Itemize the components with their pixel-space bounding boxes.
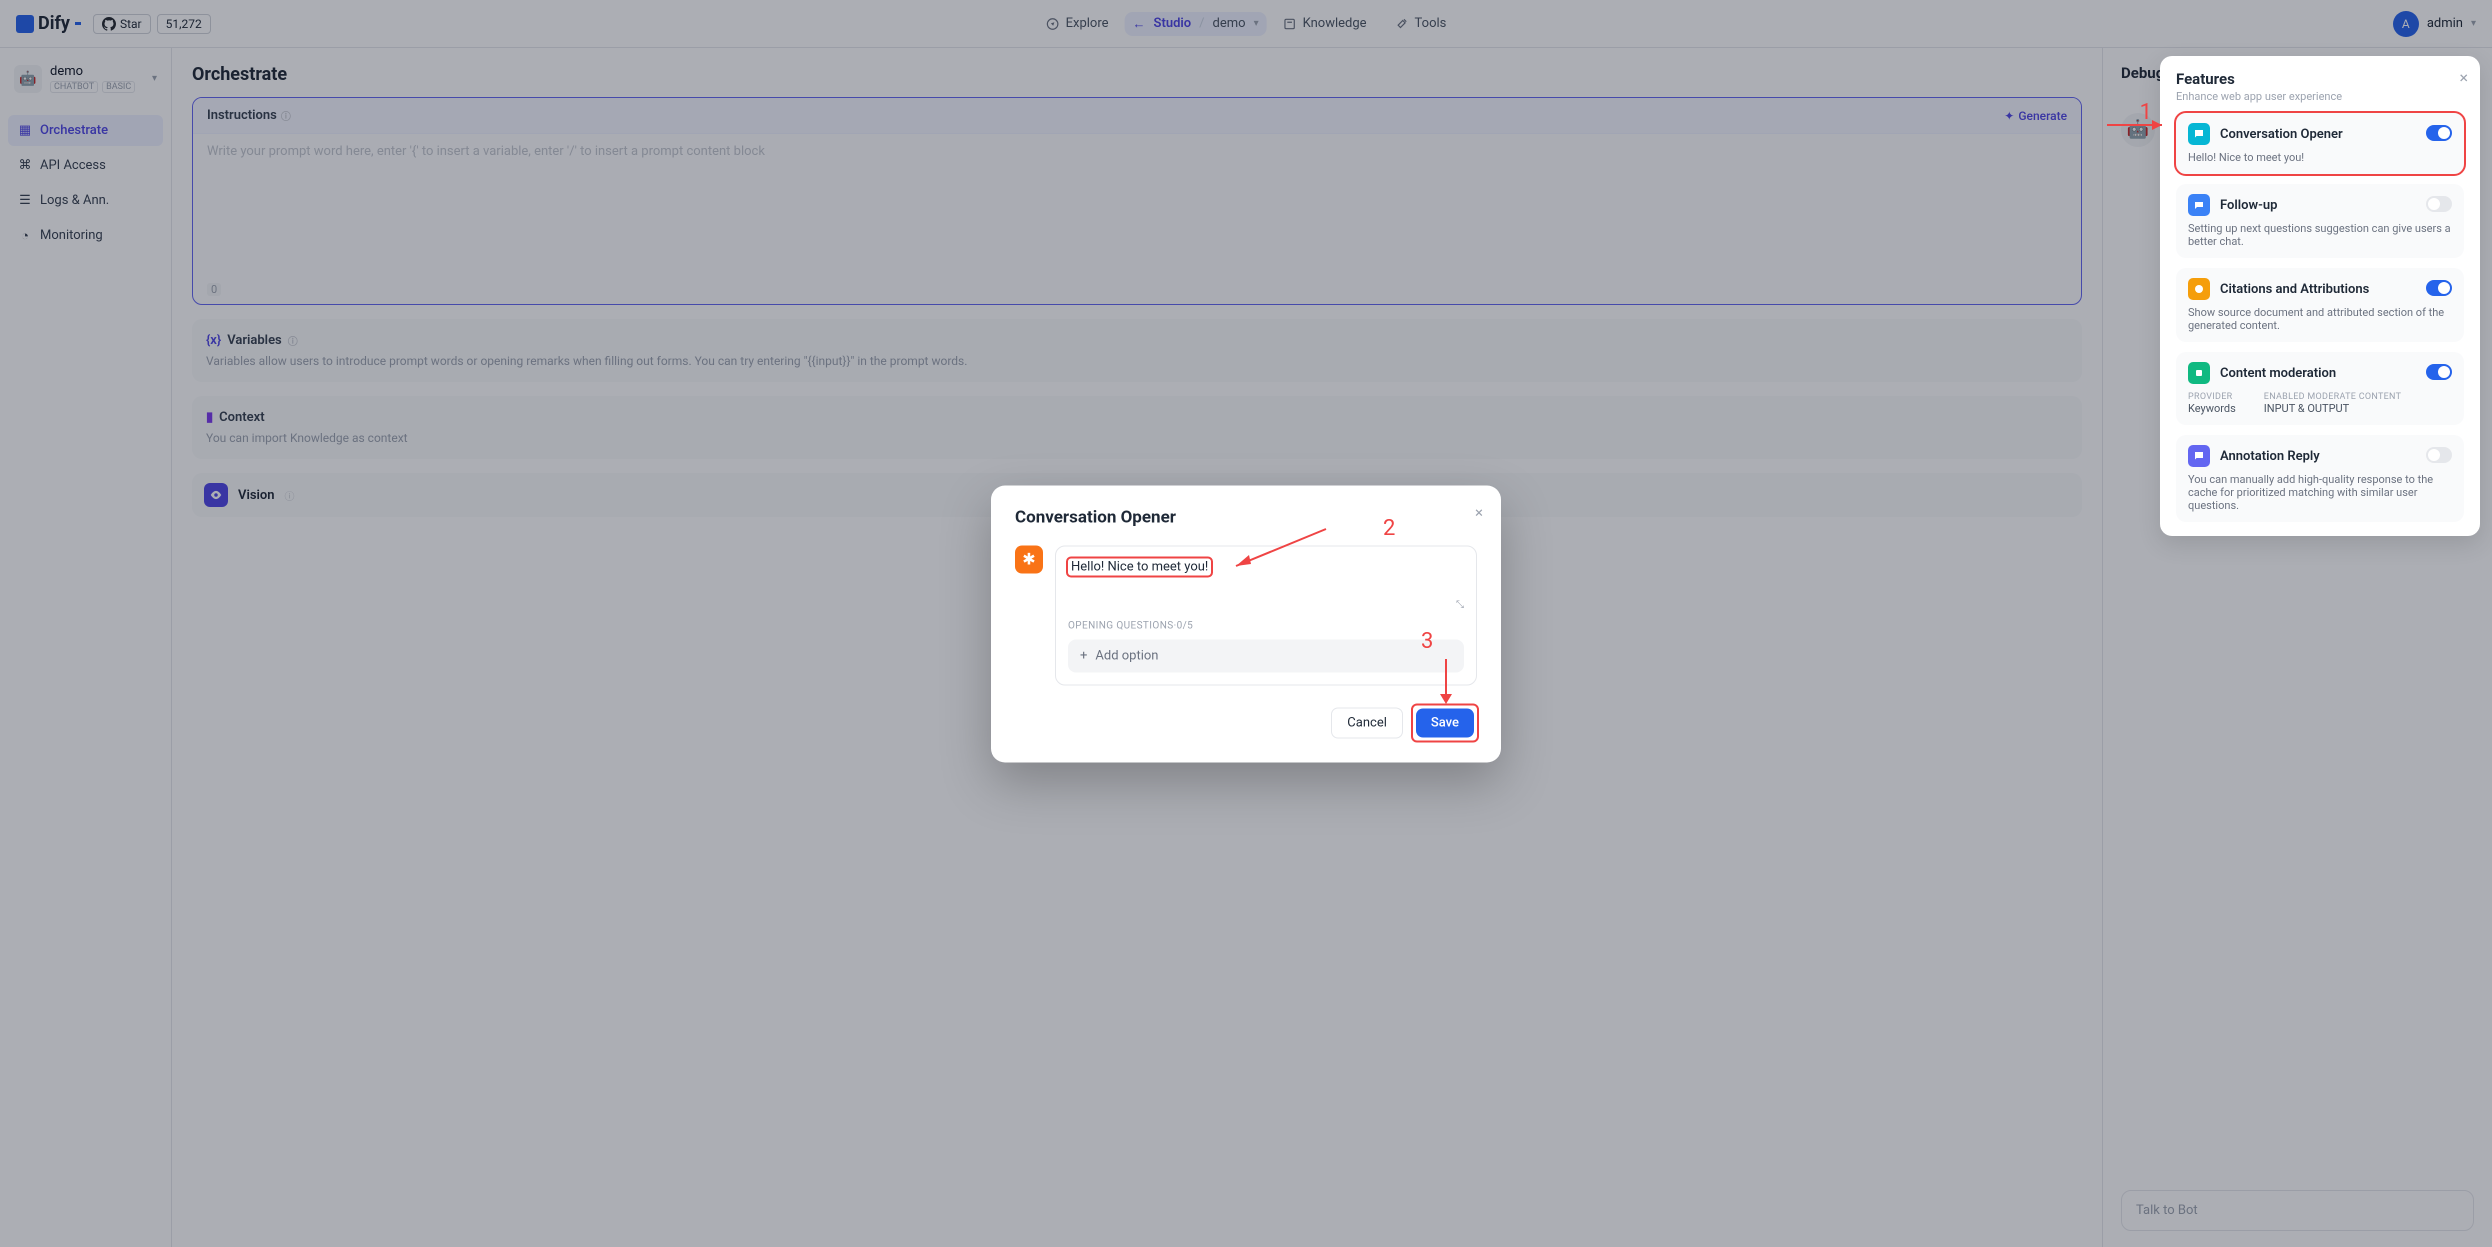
- chat-icon: [2188, 123, 2210, 145]
- shield-icon: [2188, 362, 2210, 384]
- feature-name: Follow-up: [2220, 198, 2277, 213]
- toggle-annotation[interactable]: [2426, 447, 2452, 463]
- add-option-button[interactable]: + Add option: [1068, 639, 1464, 672]
- asterisk-icon: ✱: [1015, 545, 1043, 573]
- opening-questions-label: OPENING QUESTIONS·0/5: [1068, 620, 1464, 631]
- feature-desc: Hello! Nice to meet you!: [2188, 151, 2452, 164]
- feature-citations[interactable]: Citations and Attributions Show source d…: [2176, 268, 2464, 342]
- plus-icon: +: [1080, 648, 1087, 663]
- features-panel: Features Enhance web app user experience…: [2160, 56, 2480, 536]
- followup-icon: [2188, 194, 2210, 216]
- enabled-value: INPUT & OUTPUT: [2264, 402, 2402, 415]
- save-button[interactable]: Save: [1416, 708, 1474, 737]
- feature-moderation[interactable]: Content moderation PROVIDER Keywords ENA…: [2176, 352, 2464, 425]
- feature-desc: Setting up next questions suggestion can…: [2188, 222, 2452, 248]
- feature-name: Content moderation: [2220, 366, 2336, 381]
- toggle-moderation[interactable]: [2426, 364, 2452, 380]
- annotation-icon: [2188, 445, 2210, 467]
- add-option-label: Add option: [1095, 648, 1158, 663]
- close-icon[interactable]: ×: [2459, 68, 2468, 87]
- feature-name: Citations and Attributions: [2220, 282, 2369, 297]
- provider-key: PROVIDER: [2188, 392, 2236, 402]
- enabled-key: ENABLED MODERATE CONTENT: [2264, 392, 2402, 402]
- feature-name: Annotation Reply: [2220, 449, 2320, 464]
- features-subtitle: Enhance web app user experience: [2176, 90, 2464, 103]
- opener-text-value: Hello! Nice to meet you!: [1068, 558, 1211, 575]
- citations-icon: [2188, 278, 2210, 300]
- save-highlight: Save: [1413, 705, 1477, 740]
- close-icon[interactable]: ×: [1475, 503, 1483, 521]
- opener-text-input[interactable]: Hello! Nice to meet you! ⤡ OPENING QUEST…: [1055, 545, 1477, 685]
- feature-annotation[interactable]: Annotation Reply You can manually add hi…: [2176, 435, 2464, 522]
- feature-followup[interactable]: Follow-up Setting up next questions sugg…: [2176, 184, 2464, 258]
- feature-desc: Show source document and attributed sect…: [2188, 306, 2452, 332]
- cancel-button[interactable]: Cancel: [1331, 707, 1403, 738]
- feature-name: Conversation Opener: [2220, 127, 2343, 142]
- features-title: Features: [2176, 70, 2464, 88]
- feature-conversation-opener[interactable]: Conversation Opener Hello! Nice to meet …: [2176, 113, 2464, 174]
- modal-title: Conversation Opener: [1015, 507, 1477, 527]
- provider-value: Keywords: [2188, 402, 2236, 415]
- feature-desc: You can manually add high-quality respon…: [2188, 473, 2452, 512]
- toggle-conversation-opener[interactable]: [2426, 125, 2452, 141]
- conversation-opener-modal: Conversation Opener × ✱ Hello! Nice to m…: [991, 485, 1501, 762]
- resize-handle-icon[interactable]: ⤡: [1068, 599, 1464, 610]
- toggle-followup[interactable]: [2426, 196, 2452, 212]
- toggle-citations[interactable]: [2426, 280, 2452, 296]
